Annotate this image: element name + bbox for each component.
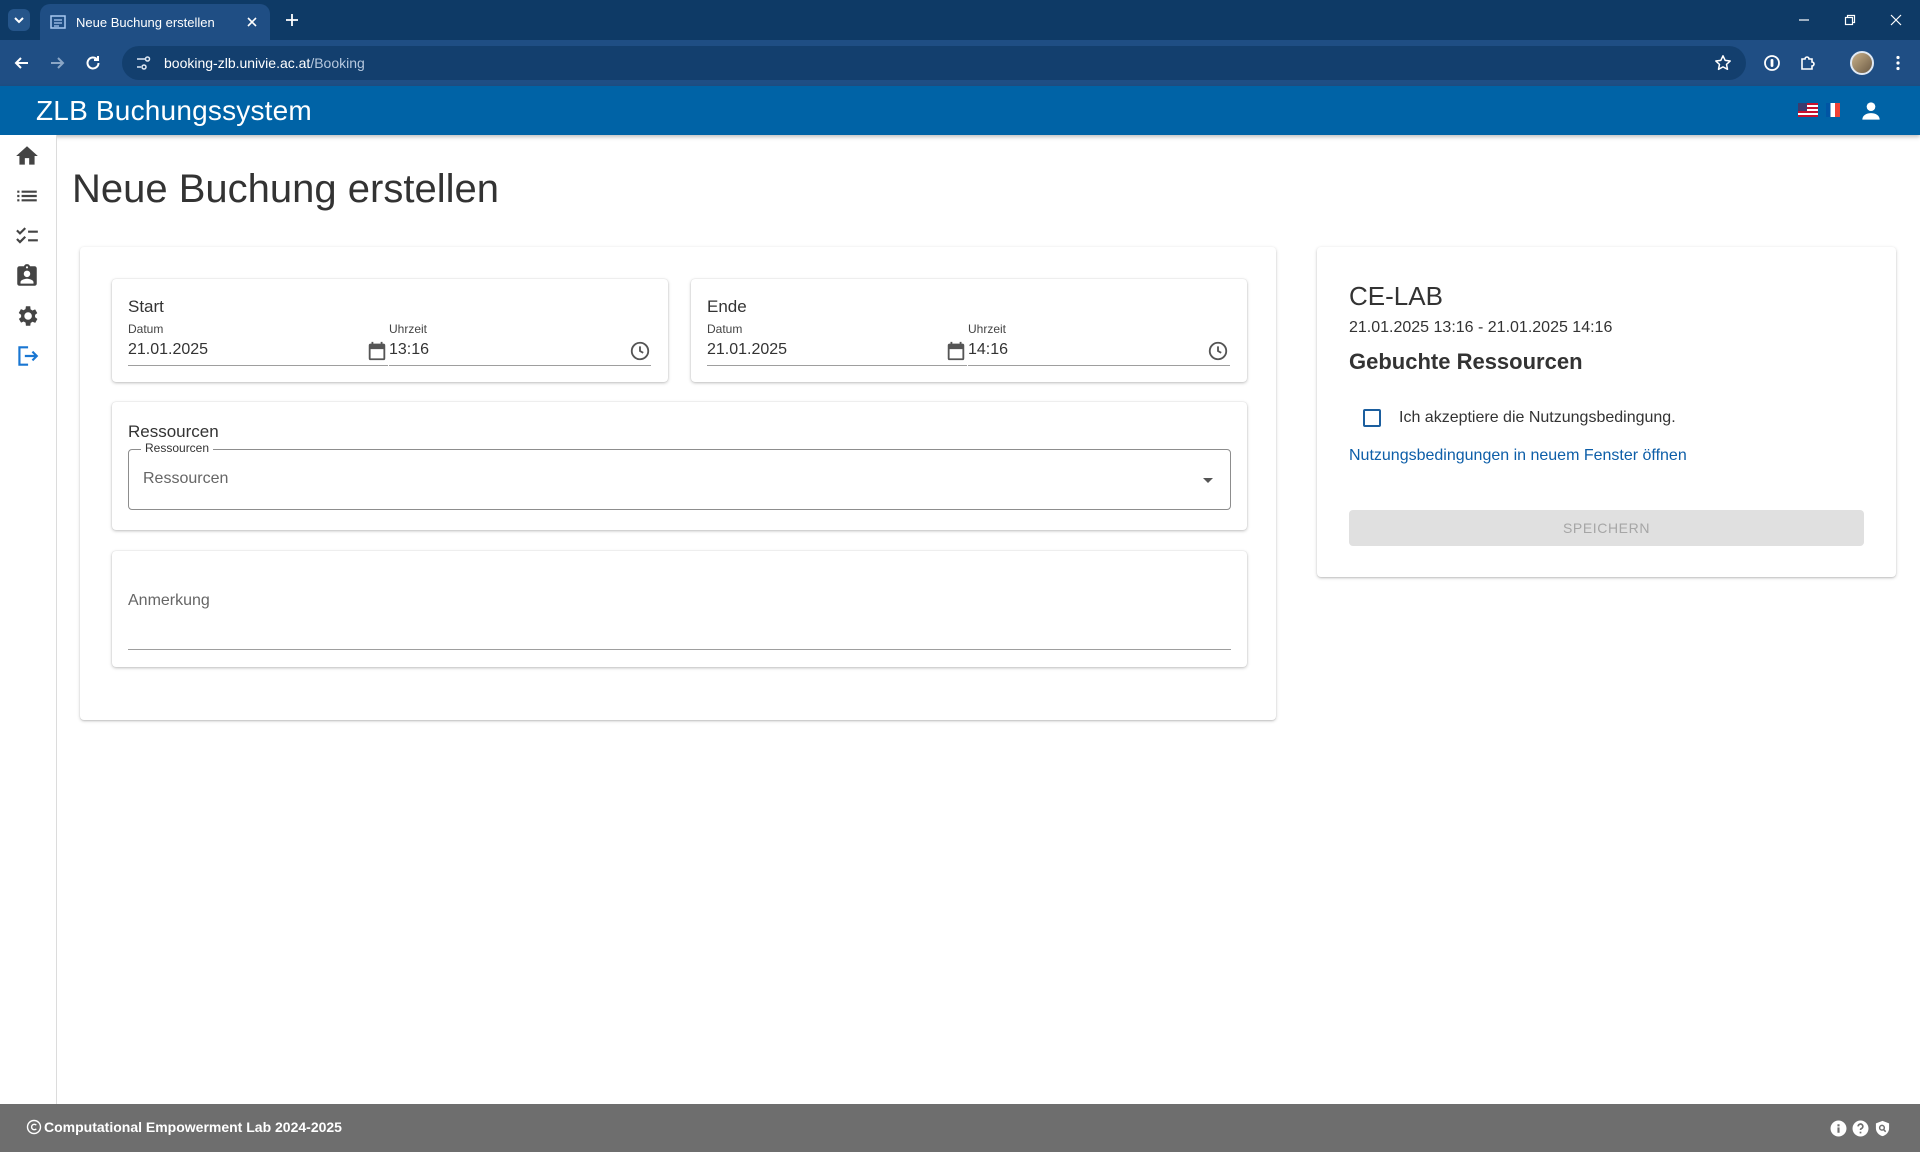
start-time-label: Uhrzeit: [389, 322, 428, 336]
checklist-icon[interactable]: [14, 223, 40, 249]
reload-button[interactable]: [81, 51, 105, 75]
footer: Computational Empowerment Lab 2024-2025: [0, 1104, 1920, 1152]
start-label: Start: [128, 297, 164, 316]
language-english-flag-icon[interactable]: [1798, 103, 1818, 117]
booking-form-card: Start Datum 21.01.2025 Uhrzeit 13:16 End…: [80, 247, 1276, 720]
tab-search-button[interactable]: [8, 9, 30, 31]
assignment-icon[interactable]: [14, 263, 40, 289]
end-time-underline: [968, 365, 1230, 366]
dropdown-arrow-icon[interactable]: [1200, 472, 1216, 488]
terms-link[interactable]: Nutzungsbedingungen in neuem Fenster öff…: [1349, 447, 1687, 465]
restore-icon: [1844, 14, 1856, 26]
sidebar: [0, 135, 57, 1104]
end-date-field[interactable]: 21.01.2025: [707, 341, 787, 359]
browser-tab-strip: Neue Buchung erstellen: [0, 0, 1920, 40]
start-time-field[interactable]: 13:16: [389, 341, 429, 359]
end-time-label: Uhrzeit: [968, 322, 1007, 336]
tab-title: Neue Buchung erstellen: [76, 14, 215, 30]
arrow-left-icon: [14, 57, 28, 69]
chevron-down-icon: [14, 17, 24, 24]
resources-select-placeholder: Ressourcen: [143, 470, 229, 487]
start-datetime-card: Start Datum 21.01.2025 Uhrzeit 13:16: [112, 279, 668, 382]
note-underline: [128, 649, 1231, 650]
footer-copyright: Computational Empowerment Lab 2024-2025: [26, 1119, 342, 1135]
note-card: Anmerkung: [112, 551, 1247, 667]
restore-button[interactable]: [1838, 8, 1862, 32]
minimize-button[interactable]: [1792, 8, 1816, 32]
close-icon[interactable]: [244, 14, 260, 30]
accept-terms-row[interactable]: Ich akzeptiere die Nutzungsbedingung.: [1363, 409, 1676, 427]
language-french-flag-icon[interactable]: [1826, 103, 1840, 117]
end-date-label: Datum: [707, 322, 743, 336]
booked-resources-heading: Gebuchte Ressourcen: [1349, 349, 1583, 374]
resources-card: Ressourcen Ressourcen Ressourcen: [112, 402, 1247, 530]
url-path: /Booking: [310, 55, 365, 71]
kebab-menu-icon: [1896, 55, 1900, 71]
browser-profile-avatar[interactable]: [1850, 51, 1874, 75]
logout-icon[interactable]: [14, 343, 40, 369]
resources-select-legend: Ressourcen: [141, 441, 214, 455]
end-date-underline: [707, 365, 967, 366]
save-button[interactable]: SPEICHERN: [1349, 510, 1864, 546]
privacy-shield-icon[interactable]: [1874, 1120, 1891, 1137]
reload-icon: [86, 56, 100, 70]
browser-menu-button[interactable]: [1886, 51, 1910, 75]
forward-button[interactable]: [45, 51, 69, 75]
password-manager-icon: [1764, 55, 1780, 71]
list-icon[interactable]: [14, 183, 40, 209]
calendar-icon[interactable]: [366, 340, 388, 362]
accept-terms-label[interactable]: Ich akzeptiere die Nutzungsbedingung.: [1399, 409, 1676, 427]
start-date-underline: [128, 365, 388, 366]
home-icon[interactable]: [14, 143, 40, 169]
help-icon[interactable]: [1852, 1120, 1869, 1137]
calendar-icon[interactable]: [945, 340, 967, 362]
back-button[interactable]: [10, 51, 34, 75]
accept-terms-checkbox[interactable]: [1363, 409, 1381, 427]
browser-tab[interactable]: Neue Buchung erstellen: [40, 4, 270, 40]
clock-icon[interactable]: [629, 340, 651, 362]
info-icon[interactable]: [1830, 1120, 1847, 1137]
note-input[interactable]: Anmerkung: [128, 592, 210, 610]
minimize-icon: [1799, 19, 1809, 21]
start-date-label: Datum: [128, 322, 164, 336]
site-info-icon[interactable]: [134, 54, 152, 72]
app-header: ZLB Buchungssystem: [0, 86, 1920, 135]
password-manager-extension[interactable]: [1760, 51, 1784, 75]
copyright-icon: [26, 1119, 42, 1135]
puzzle-icon: [1801, 56, 1815, 70]
address-bar[interactable]: booking-zlb.univie.ac.at/Booking: [122, 46, 1746, 80]
lab-name: CE-LAB: [1349, 281, 1443, 311]
booking-summary-card: CE-LAB 21.01.2025 13:16 - 21.01.2025 14:…: [1317, 247, 1896, 577]
end-time-field[interactable]: 14:16: [968, 341, 1008, 359]
booking-time-range: 21.01.2025 13:16 - 21.01.2025 14:16: [1349, 319, 1613, 336]
close-icon: [1890, 14, 1902, 26]
site-favicon-icon: [50, 15, 66, 29]
gear-icon[interactable]: [14, 303, 40, 329]
browser-toolbar: booking-zlb.univie.ac.at/Booking: [0, 40, 1920, 86]
arrow-right-icon: [51, 57, 65, 69]
resources-select[interactable]: Ressourcen Ressourcen: [128, 441, 1231, 510]
clock-icon[interactable]: [1207, 340, 1229, 362]
end-label: Ende: [707, 297, 747, 316]
start-time-underline: [389, 365, 651, 366]
end-datetime-card: Ende Datum 21.01.2025 Uhrzeit 14:16: [691, 279, 1247, 382]
url-host: booking-zlb.univie.ac.at: [164, 55, 311, 71]
resources-label: Ressourcen: [128, 422, 219, 441]
app-title[interactable]: ZLB Buchungssystem: [36, 95, 312, 127]
window-close-button[interactable]: [1884, 8, 1908, 32]
start-date-field[interactable]: 21.01.2025: [128, 341, 208, 359]
footer-copyright-text: Computational Empowerment Lab 2024-2025: [44, 1119, 342, 1135]
bookmark-star-icon[interactable]: [1714, 54, 1732, 72]
extensions-button[interactable]: [1796, 51, 1820, 75]
new-tab-icon[interactable]: [282, 10, 302, 30]
page-title: Neue Buchung erstellen: [72, 167, 499, 211]
user-account-icon[interactable]: [1858, 98, 1884, 124]
